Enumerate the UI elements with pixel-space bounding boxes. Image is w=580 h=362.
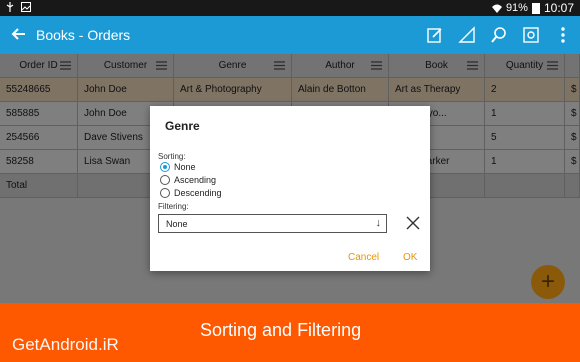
usb-icon xyxy=(6,2,14,12)
radio-checked-icon[interactable] xyxy=(160,162,170,172)
ok-button[interactable]: OK xyxy=(403,252,417,263)
status-bar: 91% 10:07 xyxy=(0,0,580,16)
dropdown-arrow-icon: ↓ xyxy=(375,217,382,229)
sort-option-ascending[interactable]: Ascending xyxy=(160,175,216,185)
filter-select-value: None xyxy=(166,218,188,229)
edit-icon[interactable] xyxy=(424,24,446,46)
app-bar: Books - Orders xyxy=(0,16,580,54)
filtering-label: Filtering: xyxy=(158,202,189,211)
settings-icon[interactable] xyxy=(520,24,542,46)
sort-option-none[interactable]: None xyxy=(160,162,196,172)
clock: 10:07 xyxy=(543,1,574,15)
add-button[interactable]: + xyxy=(531,265,565,299)
search-icon[interactable] xyxy=(488,24,510,46)
promo-banner: GetAndroid.iR Sorting and Filtering xyxy=(0,303,580,362)
dialog-title: Genre xyxy=(165,119,200,133)
brand-watermark: GetAndroid.iR xyxy=(12,335,119,354)
ruler-icon[interactable] xyxy=(456,24,478,46)
wifi-icon xyxy=(491,4,502,13)
banner-caption: Sorting and Filtering xyxy=(200,320,362,340)
sort-option-descending[interactable]: Descending xyxy=(160,188,222,198)
cancel-button[interactable]: Cancel xyxy=(348,252,379,263)
sorting-label: Sorting: xyxy=(158,152,186,161)
battery-icon xyxy=(531,2,540,14)
clear-filter-icon[interactable] xyxy=(404,214,422,232)
back-arrow-icon[interactable] xyxy=(10,25,28,43)
radio-unchecked-icon[interactable] xyxy=(160,188,170,198)
sort-filter-dialog: Genre Sorting: None Ascending Descending… xyxy=(150,106,430,271)
page-title: Books - Orders xyxy=(36,27,131,43)
radio-unchecked-icon[interactable] xyxy=(160,175,170,185)
more-icon[interactable] xyxy=(552,24,574,46)
filter-select[interactable]: None ↓ xyxy=(158,214,387,233)
image-icon xyxy=(21,2,31,12)
battery-percent: 91% xyxy=(505,2,528,14)
